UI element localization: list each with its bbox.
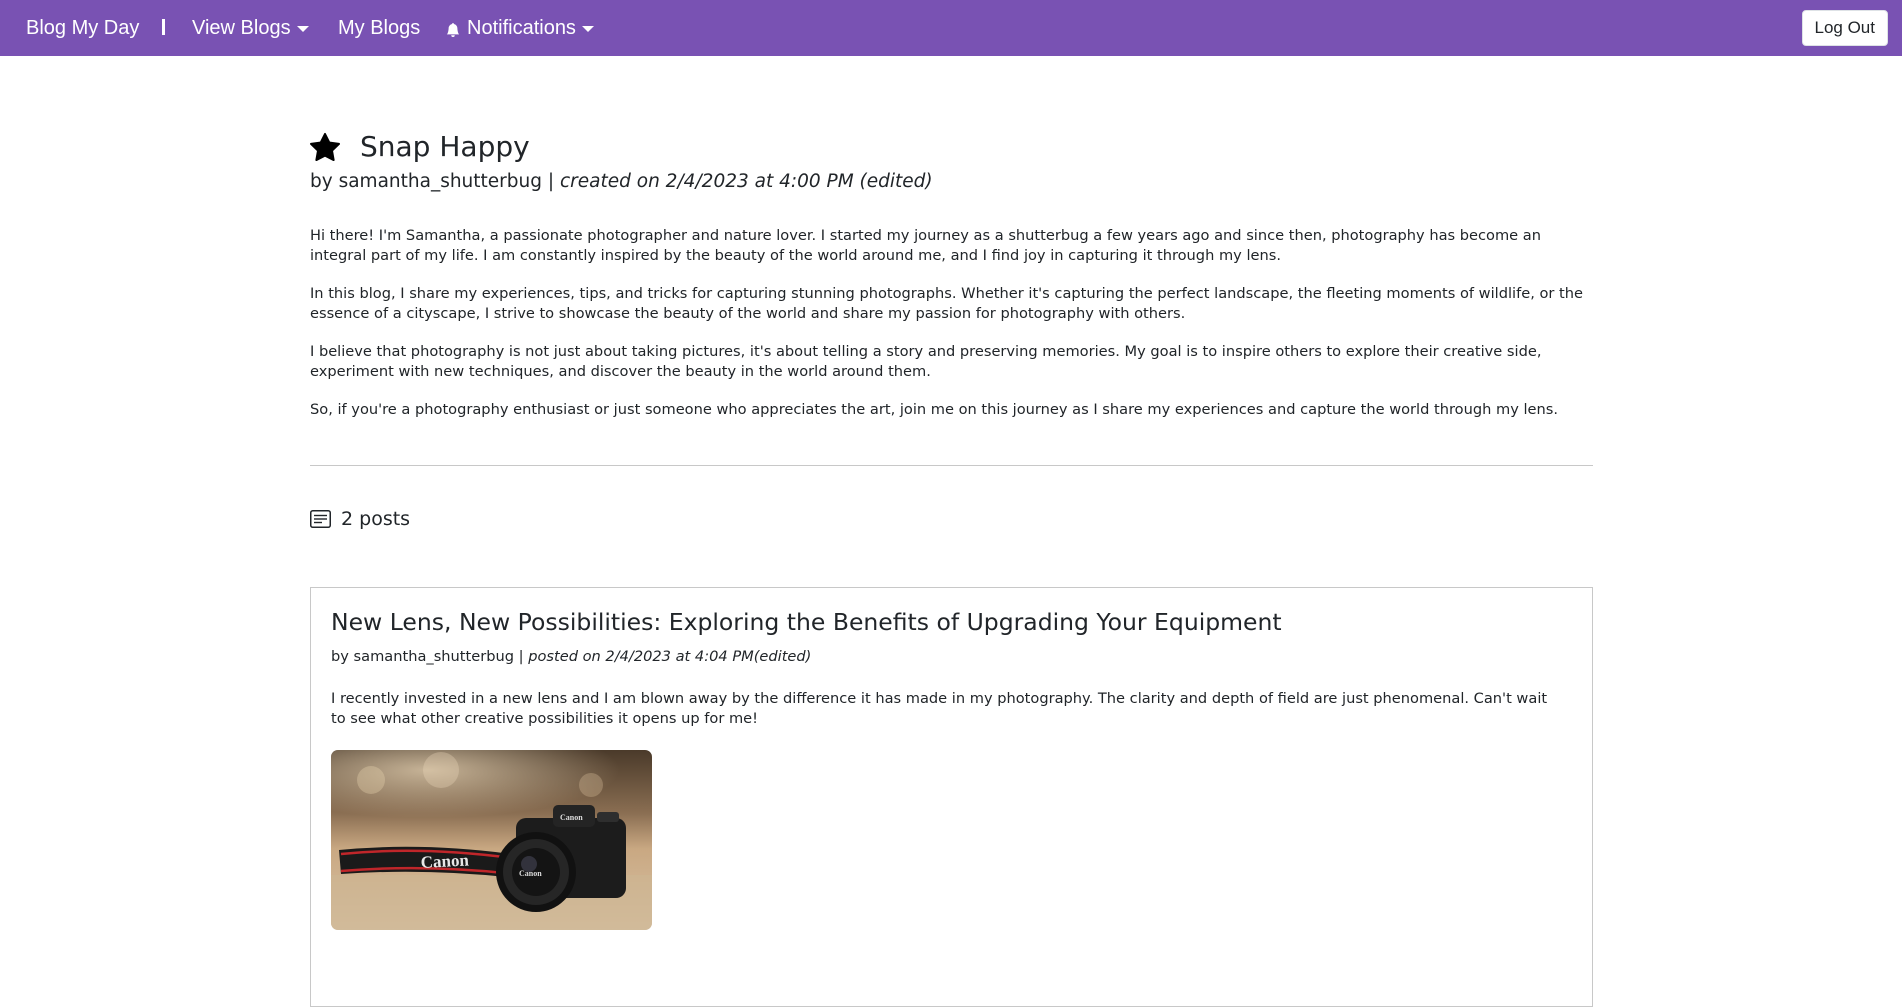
blog-created-date: created on 2/4/2023 at 4:00 PM (edited) — [560, 171, 933, 192]
blog-title: Snap Happy — [360, 130, 530, 163]
divider — [310, 465, 1593, 466]
brand-link[interactable]: Blog My Day — [26, 0, 139, 56]
posts-count-row: 2 posts — [310, 508, 410, 530]
notifications-dropdown[interactable]: Notifications — [446, 0, 594, 56]
strap-brand-text: Canon — [420, 850, 470, 872]
view-blogs-dropdown[interactable]: View Blogs — [192, 0, 309, 56]
logout-button[interactable]: Log Out — [1801, 10, 1888, 46]
posts-count: 2 posts — [341, 508, 411, 530]
blog-byline: by samantha_shutterbug | created on 2/4/… — [310, 171, 933, 192]
description-paragraph: In this blog, I share my experiences, ti… — [310, 285, 1584, 322]
post-image[interactable]: Canon Canon Canon — [331, 750, 652, 930]
my-blogs-link[interactable]: My Blogs — [338, 0, 420, 56]
post-author: by samantha_shutterbug | — [331, 648, 529, 665]
post-date: posted on 2/4/2023 at 4:04 PM(edited) — [528, 648, 812, 665]
nav-separator — [162, 19, 165, 35]
blog-description: Hi there! I'm Samantha, a passionate pho… — [310, 226, 1593, 439]
notifications-label: Notifications — [467, 17, 576, 39]
navbar: Blog My Day View Blogs My Blogs Notifica… — [0, 0, 1902, 56]
post-card[interactable]: New Lens, New Possibilities: Exploring t… — [310, 587, 1593, 1007]
bell-icon — [446, 22, 460, 37]
blog-author: by samantha_shutterbug | — [310, 171, 560, 192]
blog-header: Snap Happy — [310, 130, 530, 163]
post-title[interactable]: New Lens, New Possibilities: Exploring t… — [331, 608, 1282, 636]
post-list-icon — [310, 510, 331, 528]
post-byline: by samantha_shutterbug | posted on 2/4/2… — [331, 648, 811, 665]
camera-brand-text: Canon — [560, 813, 583, 822]
chevron-down-icon — [296, 26, 309, 32]
description-paragraph: Hi there! I'm Samantha, a passionate pho… — [310, 227, 1541, 264]
chevron-down-icon — [581, 26, 594, 32]
camera-photo: Canon Canon Canon — [331, 750, 652, 930]
star-icon[interactable] — [310, 132, 340, 162]
lens-brand-text: Canon — [519, 869, 542, 878]
view-blogs-label: View Blogs — [192, 17, 291, 39]
description-paragraph: So, if you're a photography enthusiast o… — [310, 401, 1559, 418]
post-body: I recently invested in a new lens and I … — [331, 690, 1548, 727]
description-paragraph: I believe that photography is not just a… — [310, 343, 1542, 380]
